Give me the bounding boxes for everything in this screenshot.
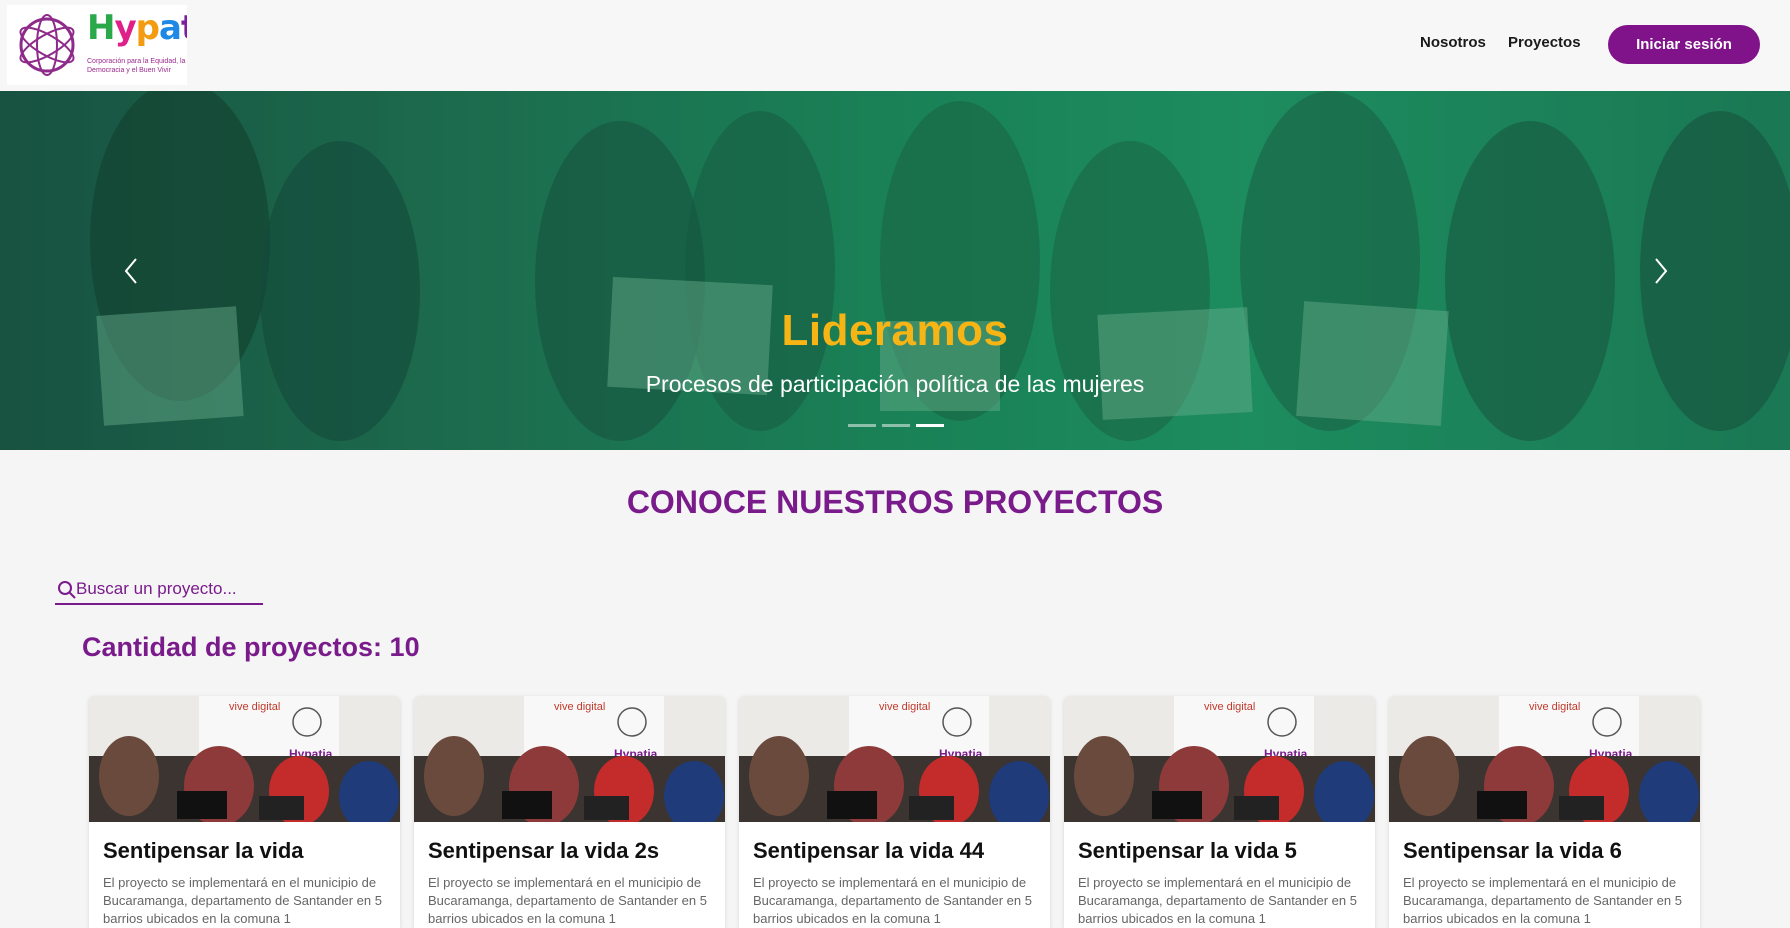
hypatia-logo[interactable]: Hypatia Corporación para la Equidad, la … bbox=[7, 5, 187, 85]
banner-text: vive digital bbox=[229, 701, 280, 713]
project-image: vive digital Hypatia bbox=[1064, 696, 1375, 822]
globe-logo-icon bbox=[19, 14, 75, 76]
hero-title: Lideramos bbox=[781, 306, 1009, 355]
search-input[interactable] bbox=[76, 576, 261, 602]
project-title: Sentipensar la vida 6 bbox=[1403, 838, 1622, 863]
section-title: CONOCE NUESTROS PROYECTOS bbox=[626, 484, 1164, 520]
banner-text: vive digital bbox=[1204, 701, 1255, 713]
project-card[interactable]: vive digital Hypatia Sentipensar la vida… bbox=[1389, 696, 1700, 928]
project-count: Cantidad de proyectos: 10 bbox=[82, 632, 420, 662]
project-image: vive digital Hypatia bbox=[414, 696, 725, 822]
project-image: vive digital Hypatia bbox=[1389, 696, 1700, 822]
search-box bbox=[55, 576, 263, 605]
carousel-indicators bbox=[848, 424, 944, 427]
search-icon bbox=[58, 581, 76, 599]
project-title: Sentipensar la vida bbox=[103, 838, 304, 863]
logo-wordmark: Hypatia bbox=[87, 8, 187, 48]
chevron-right-icon bbox=[1655, 258, 1668, 284]
nav-link-proyectos[interactable]: Proyectos bbox=[1508, 34, 1581, 51]
chevron-left-icon bbox=[124, 258, 137, 284]
carousel-indicator-2[interactable] bbox=[882, 424, 910, 427]
hero-subtitle: Procesos de participación política de la… bbox=[645, 371, 1145, 397]
carousel-indicator-3[interactable] bbox=[916, 424, 944, 427]
carousel-indicator-1[interactable] bbox=[848, 424, 876, 427]
project-image: vive digital Hypatia bbox=[739, 696, 1050, 822]
carousel-prev-button[interactable] bbox=[112, 251, 152, 291]
project-title: Sentipensar la vida 5 bbox=[1078, 838, 1297, 863]
banner-text: vive digital bbox=[1529, 701, 1580, 713]
login-button[interactable]: Iniciar sesión bbox=[1608, 25, 1760, 64]
project-description: El proyecto se implementará en el munici… bbox=[103, 875, 382, 926]
project-description: El proyecto se implementará en el munici… bbox=[1403, 875, 1682, 926]
logo-tagline: Corporación para la Equidad, la Democrac… bbox=[87, 58, 186, 74]
banner-text: vive digital bbox=[879, 701, 930, 713]
project-image: vive digital Hypatia bbox=[89, 696, 400, 822]
project-title: Sentipensar la vida 2s bbox=[428, 838, 660, 863]
project-description: El proyecto se implementará en el munici… bbox=[753, 875, 1032, 926]
project-description: El proyecto se implementará en el munici… bbox=[1078, 875, 1357, 926]
project-card[interactable]: vive digital Hypatia Sentipensar la vida… bbox=[414, 696, 725, 928]
project-card[interactable]: vive digital Hypatia Sentipensar la vida… bbox=[89, 696, 400, 928]
project-card[interactable]: vive digital Hypatia Sentipensar la vida… bbox=[1064, 696, 1375, 928]
banner-text: vive digital bbox=[554, 701, 605, 713]
hero-carousel: Lideramos Procesos de participación polí… bbox=[0, 91, 1790, 450]
nav-link-nosotros[interactable]: Nosotros bbox=[1420, 34, 1486, 51]
top-navbar: Hypatia Corporación para la Equidad, la … bbox=[0, 0, 1790, 91]
project-card[interactable]: vive digital Hypatia Sentipensar la vida… bbox=[739, 696, 1050, 928]
carousel-next-button[interactable] bbox=[1640, 251, 1680, 291]
project-title: Sentipensar la vida 44 bbox=[753, 838, 985, 863]
project-description: El proyecto se implementará en el munici… bbox=[428, 875, 707, 926]
